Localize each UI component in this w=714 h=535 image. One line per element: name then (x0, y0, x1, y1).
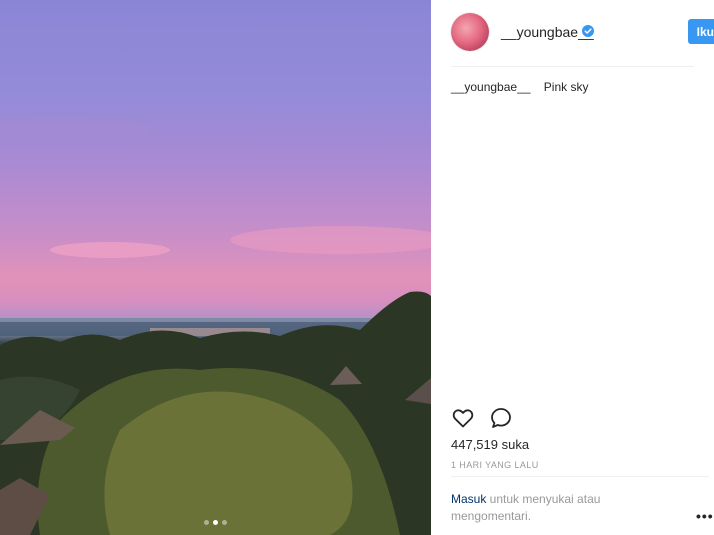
comment-icon[interactable] (489, 406, 513, 430)
post-timestamp[interactable]: 1 HARI YANG LALU (451, 460, 539, 470)
carousel-dot[interactable] (204, 520, 209, 525)
caption-username[interactable]: __youngbae__ (451, 80, 530, 94)
carousel-indicator (0, 520, 431, 525)
likes-count[interactable]: 447,519 suka (451, 437, 529, 452)
header-username[interactable]: __youngbae__ (501, 24, 594, 40)
post-side-panel: __youngbae__ Ikuti __youngbae__ Pink sky… (431, 0, 714, 535)
post-photo[interactable] (0, 0, 431, 535)
follow-button[interactable]: Ikuti (688, 19, 714, 44)
more-options-icon[interactable]: ••• (696, 508, 714, 524)
login-prompt: Masuk untuk menyukai atau mengomentari. (451, 491, 651, 525)
divider (451, 476, 709, 477)
post-header: __youngbae__ Ikuti (451, 0, 714, 67)
avatar[interactable] (451, 13, 489, 51)
login-link[interactable]: Masuk (451, 492, 486, 506)
caption-text: Pink sky (543, 80, 589, 94)
heart-icon[interactable] (451, 406, 475, 430)
caption: __youngbae__ Pink sky (451, 80, 588, 94)
post-photo-scene (0, 118, 431, 535)
carousel-dot-active[interactable] (213, 520, 218, 525)
carousel-dot[interactable] (222, 520, 227, 525)
verified-badge-icon (582, 25, 594, 37)
action-bar (451, 406, 513, 430)
